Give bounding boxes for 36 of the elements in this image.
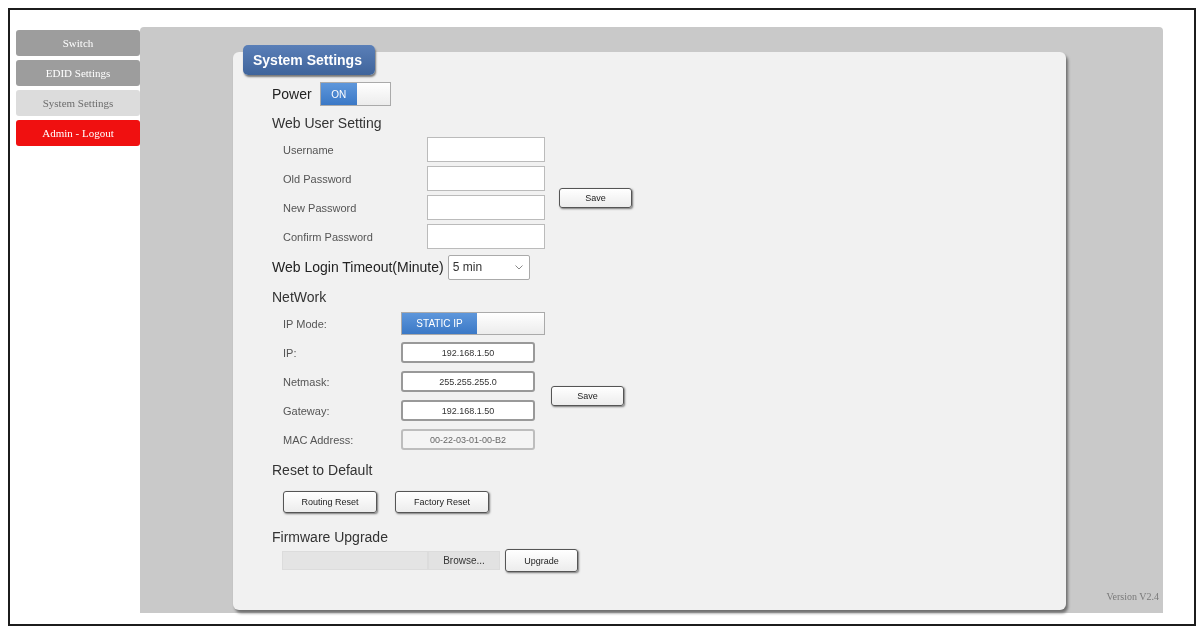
field-label: Gateway: — [283, 404, 331, 417]
text-input[interactable]: 192.168.1.50 — [401, 400, 535, 421]
save-button[interactable]: Save — [551, 386, 624, 406]
upgrade-button[interactable]: Upgrade — [505, 549, 578, 572]
section-heading: NetWork — [272, 288, 328, 307]
section-heading: Reset to Default — [272, 461, 374, 480]
reset-button[interactable]: Factory Reset — [395, 491, 489, 513]
text-input[interactable]: 255.255.255.0 — [401, 371, 535, 392]
browse-button[interactable]: Browse... — [428, 551, 500, 570]
field-label: Username — [283, 143, 335, 156]
timeout-dropdown[interactable]: 5 min — [447, 254, 530, 280]
section-heading: Firmware Upgrade — [272, 528, 389, 547]
timeout-label: Web Login Timeout(Minute) — [272, 259, 444, 275]
field-label: Confirm Password — [283, 230, 374, 243]
save-button[interactable]: Save — [559, 188, 632, 208]
nav-tab[interactable]: System Settings — [16, 90, 140, 116]
logout-button[interactable]: Admin - Logout — [16, 120, 140, 146]
text-input[interactable] — [427, 195, 545, 220]
text-input[interactable] — [427, 224, 545, 249]
field-label: Netmask: — [283, 375, 331, 388]
ip-mode-toggle[interactable]: STATIC IP — [401, 312, 545, 335]
text-input[interactable] — [427, 137, 545, 162]
text-input[interactable] — [427, 166, 545, 191]
field-label: IP: — [283, 346, 298, 359]
chevron-icon — [514, 264, 523, 270]
field-label: MAC Address: — [283, 433, 355, 446]
field-label: IP Mode: — [283, 317, 328, 330]
power-label: Power — [272, 86, 312, 102]
field-label: Old Password — [283, 172, 353, 185]
section-heading: Web User Setting — [272, 114, 383, 133]
panel-title: System Settings — [243, 45, 375, 75]
field-label: New Password — [283, 201, 358, 214]
version-label: Version V2.4 — [1106, 591, 1159, 602]
power-toggle[interactable]: ON — [319, 82, 391, 106]
text-input[interactable]: 192.168.1.50 — [401, 342, 535, 363]
reset-button[interactable]: Routing Reset — [283, 491, 377, 513]
